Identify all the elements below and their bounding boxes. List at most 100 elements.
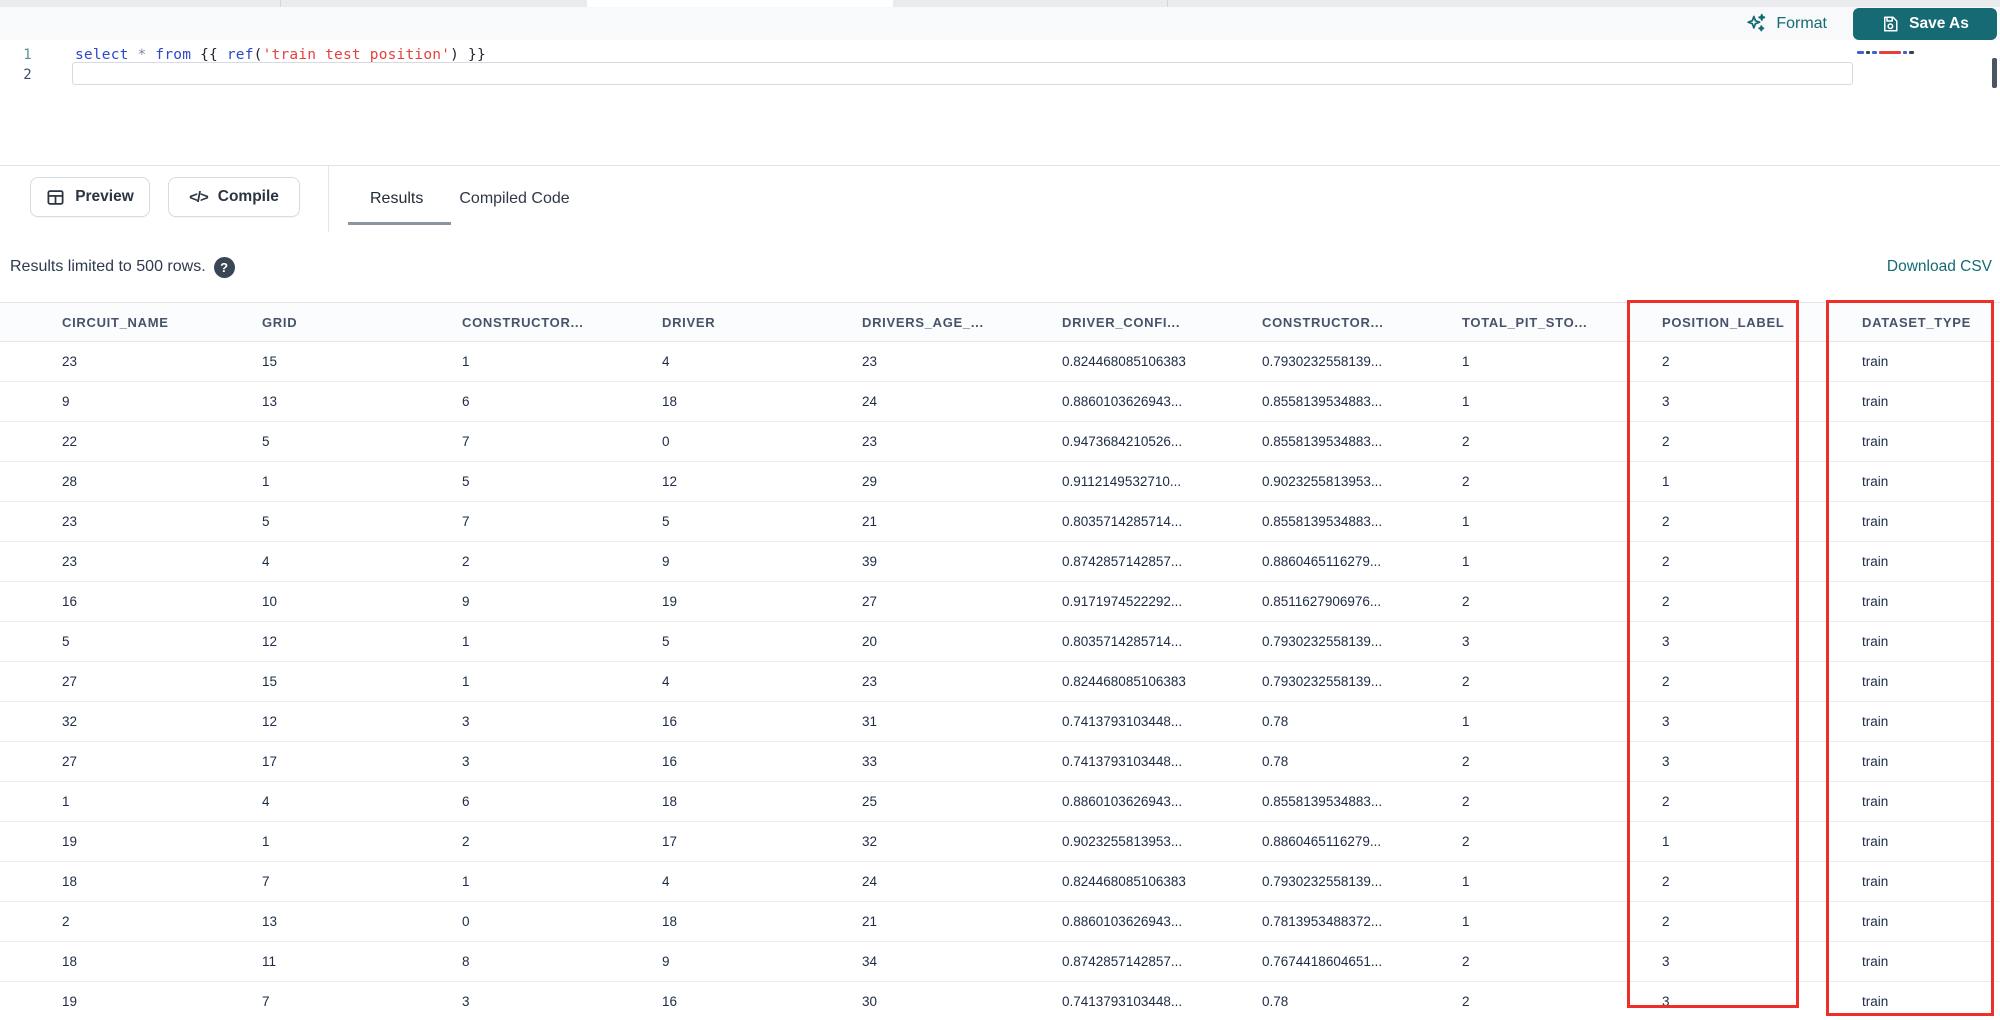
table-cell: 23: [862, 434, 878, 449]
editor-minimap[interactable]: [1857, 50, 1914, 55]
table-cell: 18: [662, 914, 678, 929]
help-icon[interactable]: ?: [213, 256, 235, 278]
table-cell: 16: [662, 994, 678, 1009]
table-cell: 23: [862, 674, 878, 689]
table-cell: 0.8558139534883...: [1262, 794, 1383, 809]
table-cell: 0.78: [1262, 994, 1289, 1009]
table-cell: 0.78: [1262, 754, 1289, 769]
table-cell: 1: [62, 794, 70, 809]
table-cell: 1: [1462, 914, 1470, 929]
table-cell: 0.9473684210526...: [1062, 434, 1183, 449]
table-cell: 23: [62, 554, 78, 569]
compile-button[interactable]: </> Compile: [168, 177, 300, 217]
table-cell: 1: [1462, 514, 1470, 529]
table-cell: 5: [262, 514, 270, 529]
table-cell: 19: [62, 834, 78, 849]
active-line-highlight: [72, 62, 1853, 85]
code-token: from: [155, 46, 192, 63]
active-tab-underline: [348, 222, 451, 225]
preview-button[interactable]: Preview: [30, 177, 150, 217]
column-header: CONSTRUCTOR...: [1262, 314, 1384, 330]
table-cell: 1: [262, 834, 270, 849]
results-tabs: Results Compiled Code: [348, 166, 588, 232]
table-cell: 0.7930232558139...: [1262, 354, 1383, 369]
column-header: DRIVER: [662, 314, 716, 330]
format-button[interactable]: Format: [1746, 13, 1827, 34]
tab-strip-divider: [280, 0, 281, 7]
column-header: DRIVERS_AGE_...: [862, 314, 984, 330]
table-cell: 19: [62, 994, 78, 1009]
ide-page: Format Save As 1 select * from {{ ref('t…: [0, 0, 2000, 1020]
table-cell: 0.8860465116279...: [1262, 554, 1382, 569]
table-cell: 34: [862, 954, 878, 969]
table-cell: 39: [862, 554, 878, 569]
line-number-2: 2: [23, 66, 32, 83]
save-as-button[interactable]: Save As: [1853, 7, 1997, 40]
table-cell: 17: [662, 834, 678, 849]
table-cell: 18: [62, 874, 78, 889]
table-cell: 16: [62, 594, 78, 609]
table-cell: 0.8511627906976...: [1262, 594, 1382, 609]
compile-label: Compile: [217, 188, 279, 205]
table-cell: 30: [862, 994, 878, 1009]
table-cell: 1: [462, 874, 470, 889]
table-cell: 4: [662, 674, 670, 689]
table-cell: 0.9171974522292...: [1062, 594, 1183, 609]
table-cell: 27: [62, 674, 78, 689]
code-token: {{: [191, 46, 227, 63]
browser-tab-strip: [0, 0, 2000, 7]
table-cell: 1: [1462, 394, 1470, 409]
table-cell: 1: [462, 674, 470, 689]
tab-results[interactable]: Results: [348, 166, 451, 232]
table-cell: 0: [662, 434, 670, 449]
column-header: DRIVER_CONFI...: [1062, 314, 1181, 330]
table-cell: 9: [662, 954, 670, 969]
table-cell: 16: [662, 714, 678, 729]
table-cell: 13: [262, 914, 278, 929]
table-cell: 4: [662, 354, 670, 369]
column-header: CIRCUIT_NAME: [62, 314, 169, 330]
table-icon: [46, 188, 65, 207]
table-cell: 21: [862, 514, 878, 529]
table-cell: 32: [862, 834, 878, 849]
table-cell: 25: [862, 794, 878, 809]
table-cell: 1: [1462, 554, 1470, 569]
results-bar: Results limited to 500 rows. ? Download …: [0, 232, 2000, 302]
table-cell: 18: [62, 954, 78, 969]
table-cell: 22: [62, 434, 78, 449]
results-limit-notice: Results limited to 500 rows. ?: [10, 232, 235, 302]
code-line-2: 2: [0, 64, 55, 85]
table-cell: 7: [462, 514, 470, 529]
table-cell: 0.7813953488372...: [1262, 914, 1383, 929]
table-cell: 0.7930232558139...: [1262, 874, 1383, 889]
table-cell: 0.8558139534883...: [1262, 434, 1383, 449]
table-cell: 18: [662, 394, 678, 409]
tab-strip-divider: [1167, 0, 1168, 7]
table-cell: 0.9023255813953...: [1062, 834, 1183, 849]
table-cell: 13: [262, 394, 278, 409]
editor-scrollbar[interactable]: [1992, 58, 1997, 88]
table-cell: 5: [62, 634, 70, 649]
table-cell: 16: [662, 754, 678, 769]
table-cell: 0.9023255813953...: [1262, 474, 1383, 489]
active-file-tab[interactable]: [587, 0, 893, 7]
sparkles-icon: [1746, 13, 1767, 34]
table-cell: 2: [462, 834, 470, 849]
table-cell: 0.8558139534883...: [1262, 514, 1383, 529]
code-token: }}: [459, 46, 486, 63]
table-cell: 12: [662, 474, 678, 489]
column-header: GRID: [262, 314, 298, 330]
table-cell: 6: [462, 794, 470, 809]
table-cell: 23: [62, 514, 78, 529]
format-label: Format: [1776, 14, 1827, 32]
sql-editor[interactable]: 1 select * from {{ ref('train_test_posit…: [0, 40, 2000, 165]
table-cell: 7: [262, 874, 270, 889]
preview-label: Preview: [75, 188, 134, 205]
download-csv-link[interactable]: Download CSV: [1887, 232, 1992, 302]
table-cell: 6: [462, 394, 470, 409]
tab-compiled-code[interactable]: Compiled Code: [441, 166, 587, 232]
table-cell: 5: [662, 514, 670, 529]
table-cell: 15: [262, 354, 278, 369]
table-cell: 0.8558139534883...: [1262, 394, 1383, 409]
